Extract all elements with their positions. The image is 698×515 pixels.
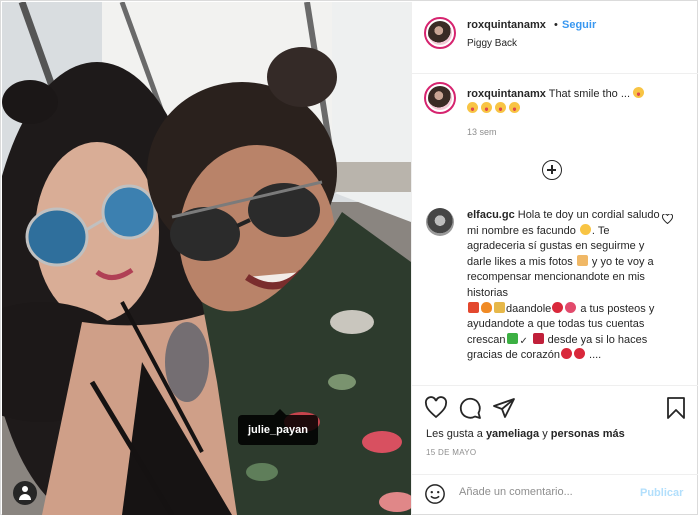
heart-emoji-icon	[552, 301, 564, 313]
smile-icon[interactable]	[424, 483, 446, 505]
share-icon[interactable]	[492, 396, 516, 420]
comment-text-4: daandole	[506, 302, 552, 315]
fire-emoji-icon	[481, 301, 492, 313]
comment-username[interactable]: elfacu.gc	[467, 209, 515, 221]
likes-middle: y	[542, 428, 548, 440]
photo-user-tag[interactable]: julie_payan	[238, 409, 318, 445]
heart-eyes-emoji-icon	[495, 102, 506, 113]
publish-button[interactable]: Publicar	[640, 487, 683, 499]
heart-exclaim-emoji-icon	[532, 332, 544, 344]
bookmark-icon[interactable]	[664, 396, 688, 420]
comment-input[interactable]	[459, 486, 629, 498]
pray-emoji-icon	[576, 254, 588, 266]
hearts-emoji-icon	[565, 301, 577, 313]
likes-user[interactable]: yameliaga	[486, 428, 539, 440]
likes-others[interactable]: personas más	[551, 428, 625, 440]
heart-eyes-emoji-icon	[467, 102, 478, 113]
heart-emoji-icon	[560, 348, 572, 360]
likes-prefix: Les gusta a	[426, 428, 483, 440]
separator-dot: •	[554, 19, 558, 31]
post-author-username[interactable]: roxquintanamx	[467, 19, 546, 31]
likes-summary: Les gusta a yameliaga y personas más	[426, 428, 625, 440]
add-comment-bar: Publicar	[412, 474, 698, 515]
post-header: roxquintanamx • Seguir Piggy Back	[412, 2, 698, 74]
post-modal: julie_payan roxquintanamx • Seguir Piggy…	[0, 0, 698, 515]
post-sidebar: roxquintanamx • Seguir Piggy Back roxqui…	[411, 2, 698, 515]
user-icon[interactable]	[13, 481, 37, 505]
heart-icon[interactable]	[662, 214, 673, 224]
check-box-emoji-icon	[506, 332, 518, 344]
follow-button[interactable]: Seguir	[562, 19, 596, 31]
caption-time[interactable]: 13 sem	[467, 127, 497, 137]
post-location[interactable]: Piggy Back	[467, 38, 517, 49]
caption: roxquintanamx That smile tho ...	[467, 87, 687, 117]
post-photo[interactable]: julie_payan	[2, 2, 411, 515]
heart-icon[interactable]	[424, 396, 448, 420]
photo-illustration	[2, 2, 411, 515]
comment-text-7: ....	[589, 349, 602, 362]
heart-eyes-emoji-icon	[633, 87, 645, 98]
boom-emoji-icon	[468, 301, 479, 313]
caption-avatar[interactable]	[424, 82, 456, 114]
heart-eyes-emoji-icon	[509, 102, 520, 113]
smile-emoji-icon	[579, 223, 591, 235]
heart-emoji-icon	[573, 348, 585, 360]
comment-icon[interactable]	[458, 396, 482, 420]
plus-circle-icon[interactable]	[542, 160, 562, 180]
avatar[interactable]	[424, 17, 456, 49]
post-date[interactable]: 15 DE MAYO	[426, 448, 476, 457]
post-actions: Les gusta a yameliaga y personas más 15 …	[412, 385, 698, 457]
heart-eyes-emoji-icon	[481, 102, 492, 113]
comment-avatar[interactable]	[426, 208, 454, 236]
caption-username[interactable]: roxquintanamx	[467, 88, 546, 100]
sparkle-emoji-icon	[494, 301, 505, 313]
comment: elfacu.gc Hola te doy un cordial saludo …	[467, 208, 667, 364]
caption-text: That smile tho ...	[548, 88, 631, 100]
check-emoji-icon: ✓	[519, 335, 531, 347]
